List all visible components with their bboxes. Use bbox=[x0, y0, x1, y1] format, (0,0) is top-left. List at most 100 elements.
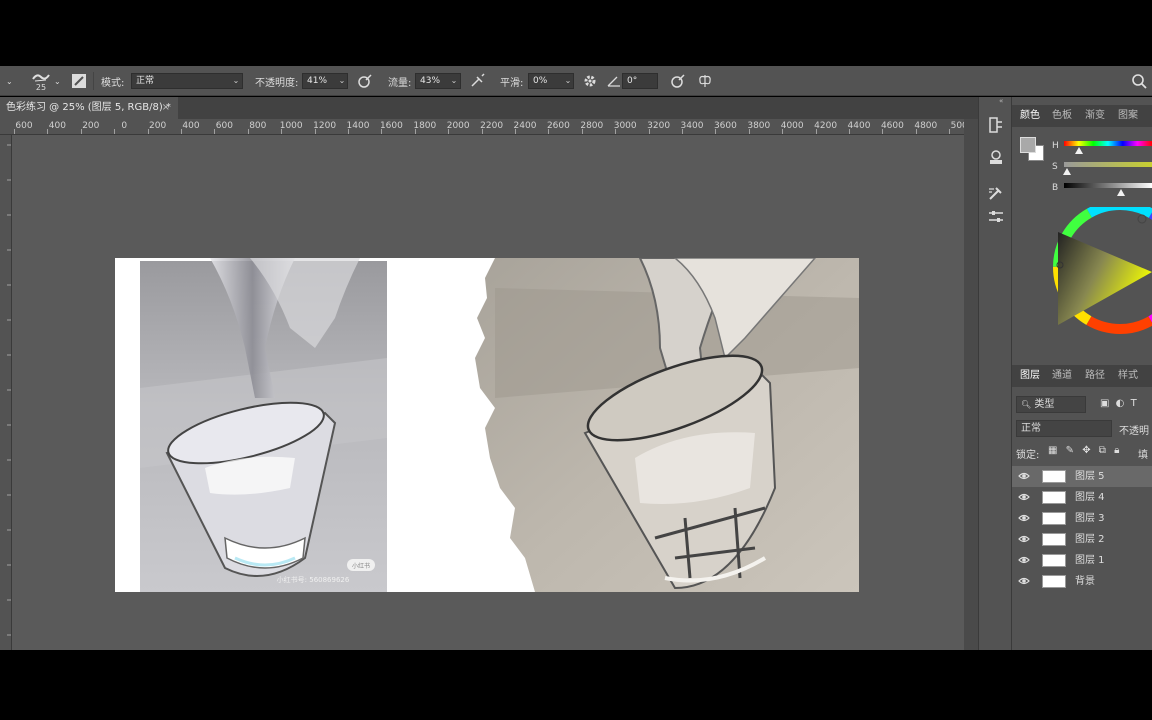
properties-icon[interactable] bbox=[986, 147, 1006, 167]
layer-row[interactable]: 图层 1 bbox=[1012, 550, 1152, 571]
ruler-tick-label: 2800 bbox=[580, 121, 604, 131]
eye-icon[interactable] bbox=[1018, 492, 1030, 502]
ruler-tick-label: 3400 bbox=[680, 121, 704, 131]
ruler-tick-label: 400 bbox=[182, 121, 200, 131]
eye-icon[interactable] bbox=[1018, 534, 1030, 544]
eye-icon[interactable] bbox=[1018, 555, 1030, 565]
search-icon[interactable] bbox=[1131, 73, 1147, 89]
mode-select[interactable]: 正常 bbox=[131, 73, 243, 89]
ruler-tick-label: 3600 bbox=[713, 121, 737, 131]
ruler-tick-label: 500 bbox=[950, 121, 964, 131]
document-tab[interactable]: 色彩练习 @ 25% (图层 5, RGB/8) * × bbox=[0, 97, 178, 119]
flow-label: 流量: bbox=[388, 78, 412, 89]
tab-color[interactable]: 颜色 bbox=[1020, 105, 1040, 127]
photo-badge: 小红书 bbox=[352, 562, 370, 570]
hue-slider[interactable] bbox=[1064, 141, 1152, 146]
brush-settings-icon[interactable] bbox=[71, 73, 87, 89]
tab-patterns[interactable]: 图案 bbox=[1118, 105, 1138, 127]
ruler-tick-label: 3000 bbox=[613, 121, 637, 131]
adjustments-icon[interactable] bbox=[986, 207, 1006, 227]
layers-panel-header: 图层 通道 路径 样式 bbox=[1012, 365, 1152, 387]
layer-name: 图层 1 bbox=[1075, 555, 1105, 566]
tab-channels[interactable]: 通道 bbox=[1052, 365, 1072, 387]
ruler-tick bbox=[949, 129, 951, 134]
lock-paint-icon[interactable]: ✎ bbox=[1066, 445, 1074, 456]
airbrush-icon[interactable] bbox=[470, 73, 486, 89]
angle-icon bbox=[607, 76, 620, 87]
adjustment-filter-icon[interactable]: ◐ bbox=[1116, 398, 1125, 409]
layer-row[interactable]: 图层 3 bbox=[1012, 508, 1152, 529]
ruler-tick bbox=[281, 129, 283, 134]
ruler-tick bbox=[648, 129, 650, 134]
brightness-slider-thumb[interactable] bbox=[1117, 189, 1125, 196]
lock-artboard-icon[interactable]: ⧉ bbox=[1099, 445, 1106, 456]
symmetry-icon[interactable] bbox=[697, 73, 713, 89]
brush-icon[interactable] bbox=[986, 183, 1006, 203]
layer-thumbnail[interactable] bbox=[1042, 554, 1066, 567]
collapse-icon[interactable]: « bbox=[999, 97, 1003, 105]
ruler-tick bbox=[882, 129, 884, 134]
document-canvas[interactable]: 小红书 小红书号: 560869626 bbox=[115, 258, 859, 592]
lock-transparent-icon[interactable]: ▦ bbox=[1048, 445, 1057, 456]
ruler-tick bbox=[481, 129, 483, 134]
eye-icon[interactable] bbox=[1018, 471, 1030, 481]
layer-row[interactable]: 图层 4 bbox=[1012, 487, 1152, 508]
history-icon[interactable] bbox=[986, 115, 1006, 135]
image-filter-icon[interactable]: ▣ bbox=[1100, 398, 1109, 409]
hue-ring-marker[interactable] bbox=[1137, 214, 1147, 224]
angle-field[interactable]: 0° bbox=[622, 73, 658, 89]
tab-layers[interactable]: 图层 bbox=[1020, 365, 1040, 387]
color-wheel[interactable] bbox=[1040, 207, 1152, 357]
saturation-slider-thumb[interactable] bbox=[1063, 168, 1071, 175]
saturation-slider[interactable] bbox=[1064, 162, 1152, 167]
lock-move-icon[interactable]: ✥ bbox=[1082, 445, 1090, 456]
mode-label: 模式: bbox=[101, 78, 125, 89]
layer-opacity-label: 不透明 bbox=[1119, 426, 1149, 437]
lock-all-icon[interactable]: 🔒︎ bbox=[1114, 445, 1119, 456]
tab-styles[interactable]: 样式 bbox=[1118, 365, 1138, 387]
ruler-tick-label: 4800 bbox=[914, 121, 938, 131]
ruler-tick-label: 0 bbox=[121, 121, 128, 131]
layer-thumbnail[interactable] bbox=[1042, 470, 1066, 483]
chevron-down-icon: ⌄ bbox=[338, 76, 346, 85]
document-tab-title: 色彩练习 @ 25% (图层 5, RGB/8) * bbox=[6, 102, 171, 113]
foreground-color-swatch[interactable] bbox=[1020, 137, 1036, 153]
layer-thumbnail[interactable] bbox=[1042, 512, 1066, 525]
mode-value: 正常 bbox=[136, 76, 155, 86]
tab-gradients[interactable]: 渐变 bbox=[1085, 105, 1105, 127]
layer-thumbnail[interactable] bbox=[1042, 575, 1066, 588]
tab-paths[interactable]: 路径 bbox=[1085, 365, 1105, 387]
ruler-tick bbox=[815, 129, 817, 134]
type-filter-icon[interactable]: T bbox=[1131, 398, 1137, 409]
close-icon[interactable]: × bbox=[162, 97, 170, 119]
brush-preset-picker[interactable]: 25 bbox=[28, 66, 54, 96]
blend-mode-select[interactable]: 正常 bbox=[1016, 420, 1112, 437]
tab-swatches[interactable]: 色板 bbox=[1052, 105, 1072, 127]
hue-slider-thumb[interactable] bbox=[1075, 147, 1083, 154]
brush-size-dropdown[interactable]: ⌄ bbox=[54, 66, 61, 96]
ruler-tick-label: 600 bbox=[15, 121, 33, 131]
layer-name: 图层 5 bbox=[1075, 471, 1105, 482]
layer-list: 图层 5 图层 4 图层 3 图层 2 图层 1 背景 bbox=[1012, 466, 1152, 596]
layer-name: 图层 4 bbox=[1075, 492, 1105, 503]
layer-row[interactable]: 图层 5 bbox=[1012, 466, 1152, 487]
tool-preset-dropdown[interactable]: ⌄ bbox=[6, 66, 13, 96]
eye-icon[interactable] bbox=[1018, 576, 1030, 586]
brightness-slider[interactable] bbox=[1064, 183, 1152, 188]
eye-icon[interactable] bbox=[1018, 513, 1030, 523]
layer-row[interactable]: 背景 bbox=[1012, 571, 1152, 592]
gear-icon[interactable] bbox=[582, 73, 598, 89]
pressure-size-icon[interactable] bbox=[670, 73, 686, 89]
document-tab-bar: 色彩练习 @ 25% (图层 5, RGB/8) * × bbox=[0, 97, 978, 119]
layer-filter-select[interactable]: 🔍︎ 类型 bbox=[1016, 396, 1086, 413]
layer-row[interactable]: 图层 2 bbox=[1012, 529, 1152, 550]
layer-thumbnail[interactable] bbox=[1042, 533, 1066, 546]
ruler-tick bbox=[615, 129, 617, 134]
vertical-scrollbar[interactable] bbox=[964, 119, 978, 650]
painting-study bbox=[475, 258, 859, 592]
ruler-tick bbox=[80, 129, 82, 134]
photo-watermark: 小红书号: 560869626 bbox=[277, 575, 350, 584]
pressure-opacity-icon[interactable] bbox=[357, 73, 373, 89]
ruler-tick-label: 4200 bbox=[814, 121, 838, 131]
layer-thumbnail[interactable] bbox=[1042, 491, 1066, 504]
